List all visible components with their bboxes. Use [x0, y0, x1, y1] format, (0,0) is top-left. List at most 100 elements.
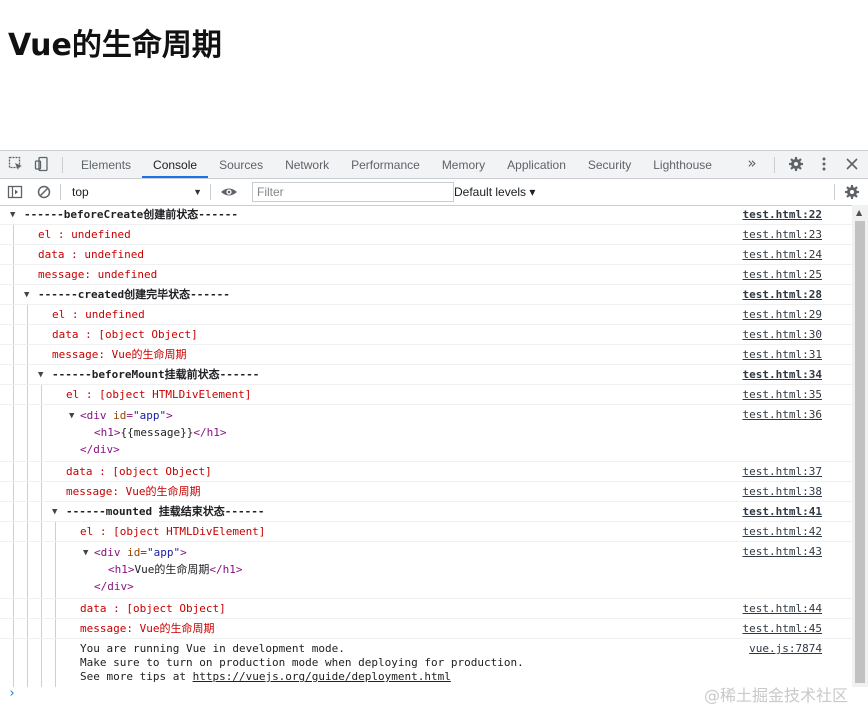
dom-node-preview: ▼ <div id="app"> <h1>{{message}}</h1> </…	[0, 405, 852, 462]
source-link[interactable]: vue.js:7874	[749, 642, 822, 656]
source-link[interactable]: test.html:35	[743, 388, 822, 402]
indent-guide	[13, 462, 14, 481]
indent-guide	[41, 502, 42, 521]
dropdown-arrow-icon: ▼	[193, 187, 202, 197]
close-icon[interactable]	[844, 156, 860, 172]
notice-line-1: You are running Vue in development mode.	[80, 642, 345, 655]
source-link[interactable]: test.html:38	[743, 485, 822, 499]
indent-guide	[55, 639, 56, 687]
show-sidebar-icon[interactable]	[7, 184, 23, 200]
indent-guide	[13, 225, 14, 244]
console-message: el : [object HTMLDivElement] test.html:4…	[0, 522, 852, 542]
indent-guide	[55, 522, 56, 541]
indent-guide	[41, 522, 42, 541]
tab-memory[interactable]: Memory	[431, 151, 496, 178]
source-link[interactable]: test.html:37	[743, 465, 822, 479]
source-link[interactable]: test.html:29	[743, 308, 822, 322]
log-text: message: undefined	[38, 268, 158, 281]
indent-guide	[13, 639, 14, 687]
dom-open-tag[interactable]: <div id="app">	[94, 546, 187, 560]
indent-guide	[27, 345, 28, 364]
dom-close-tag: </div>	[80, 443, 120, 456]
dom-node-preview: ▼ <div id="app"> <h1>Vue的生命周期</h1> </div…	[0, 542, 852, 599]
clear-console-icon[interactable]	[36, 184, 52, 200]
tab-application[interactable]: Application	[496, 151, 577, 178]
indent-guide	[13, 345, 14, 364]
context-select[interactable]: top ▼	[66, 182, 206, 202]
source-link[interactable]: test.html:34	[743, 368, 822, 382]
page-viewport: Vue的生命周期	[0, 0, 868, 150]
source-link[interactable]: test.html:36	[743, 408, 822, 422]
source-link[interactable]: test.html:30	[743, 328, 822, 342]
source-link[interactable]: test.html:41	[743, 505, 822, 519]
source-link[interactable]: test.html:43	[743, 545, 822, 559]
more-tabs-icon[interactable]: »	[744, 155, 760, 171]
indent-guide	[13, 522, 14, 541]
group-title: ------created创建完毕状态------	[38, 288, 230, 301]
console-group-header[interactable]: ▼ ------beforeMount挂载前状态------ test.html…	[0, 365, 852, 385]
source-link[interactable]: test.html:28	[743, 288, 822, 302]
log-levels-dropdown[interactable]: Default levels ▾	[454, 182, 535, 202]
console-settings-gear-icon[interactable]	[844, 184, 860, 200]
log-text: message: Vue的生命周期	[80, 622, 215, 635]
source-link[interactable]: test.html:22	[743, 208, 822, 222]
dom-open-tag[interactable]: <div id="app">	[80, 409, 173, 423]
console-message: el : undefined test.html:29	[0, 305, 852, 325]
tab-lighthouse[interactable]: Lighthouse	[642, 151, 723, 178]
indent-guide	[13, 325, 14, 344]
filter-input[interactable]	[252, 182, 454, 202]
log-text: message: Vue的生命周期	[52, 348, 187, 361]
indent-guide	[41, 619, 42, 638]
log-text: data : [object Object]	[66, 465, 212, 478]
console-group-header[interactable]: ▼ ------created创建完毕状态------ test.html:28	[0, 285, 852, 305]
source-link[interactable]: test.html:42	[743, 525, 822, 539]
source-link[interactable]: test.html:31	[743, 348, 822, 362]
inspect-element-icon[interactable]	[8, 156, 24, 172]
tab-sources[interactable]: Sources	[208, 151, 274, 178]
indent-guide	[13, 265, 14, 284]
console-group-header[interactable]: ▼ ------mounted 挂载结束状态------ test.html:4…	[0, 502, 852, 522]
dom-child-line[interactable]: <h1>Vue的生命周期</h1>	[108, 563, 243, 577]
log-text: el : undefined	[52, 308, 145, 321]
source-link[interactable]: test.html:23	[743, 228, 822, 242]
deployment-guide-link[interactable]: https://vuejs.org/guide/deployment.html	[193, 670, 451, 683]
scroll-up-arrow-icon[interactable]: ▲	[856, 208, 862, 217]
tab-performance[interactable]: Performance	[340, 151, 431, 178]
indent-guide	[27, 542, 28, 598]
expand-triangle-icon[interactable]: ▼	[69, 409, 74, 423]
console-message: data : undefined test.html:24	[0, 245, 852, 265]
console-message: el : [object HTMLDivElement] test.html:3…	[0, 385, 852, 405]
indent-guide	[55, 619, 56, 638]
indent-guide	[27, 502, 28, 521]
prompt-chevron-icon: ›	[8, 686, 16, 701]
indent-guide	[13, 619, 14, 638]
indent-guide	[13, 305, 14, 324]
indent-guide	[13, 502, 14, 521]
console-group-header[interactable]: ▼ ------beforeCreate创建前状态------ test.htm…	[0, 205, 852, 225]
expand-triangle-icon[interactable]: ▼	[83, 546, 88, 560]
indent-guide	[13, 285, 14, 304]
scrollbar-thumb[interactable]	[855, 221, 865, 683]
tab-network[interactable]: Network	[274, 151, 340, 178]
tab-console[interactable]: Console	[142, 151, 209, 178]
toolbar-divider	[210, 184, 211, 200]
devtools-tabs: Elements Console Sources Network Perform…	[70, 151, 723, 178]
expand-triangle-icon[interactable]: ▼	[10, 208, 15, 222]
expand-triangle-icon[interactable]: ▼	[38, 368, 43, 382]
expand-triangle-icon[interactable]: ▼	[24, 288, 29, 302]
console-scrollbar[interactable]: ▲	[852, 205, 868, 687]
tab-security[interactable]: Security	[577, 151, 642, 178]
tab-elements[interactable]: Elements	[70, 151, 142, 178]
source-link[interactable]: test.html:25	[743, 268, 822, 282]
source-link[interactable]: test.html:24	[743, 248, 822, 262]
indent-guide	[27, 405, 28, 461]
expand-triangle-icon[interactable]: ▼	[52, 505, 57, 519]
kebab-menu-icon[interactable]	[816, 156, 832, 172]
dom-child-line[interactable]: <h1>{{message}}</h1>	[94, 426, 226, 440]
settings-gear-icon[interactable]	[788, 156, 804, 172]
source-link[interactable]: test.html:44	[743, 602, 822, 616]
device-toolbar-icon[interactable]	[34, 156, 50, 172]
source-link[interactable]: test.html:45	[743, 622, 822, 636]
live-expression-eye-icon[interactable]	[220, 184, 237, 200]
indent-guide	[13, 405, 14, 461]
